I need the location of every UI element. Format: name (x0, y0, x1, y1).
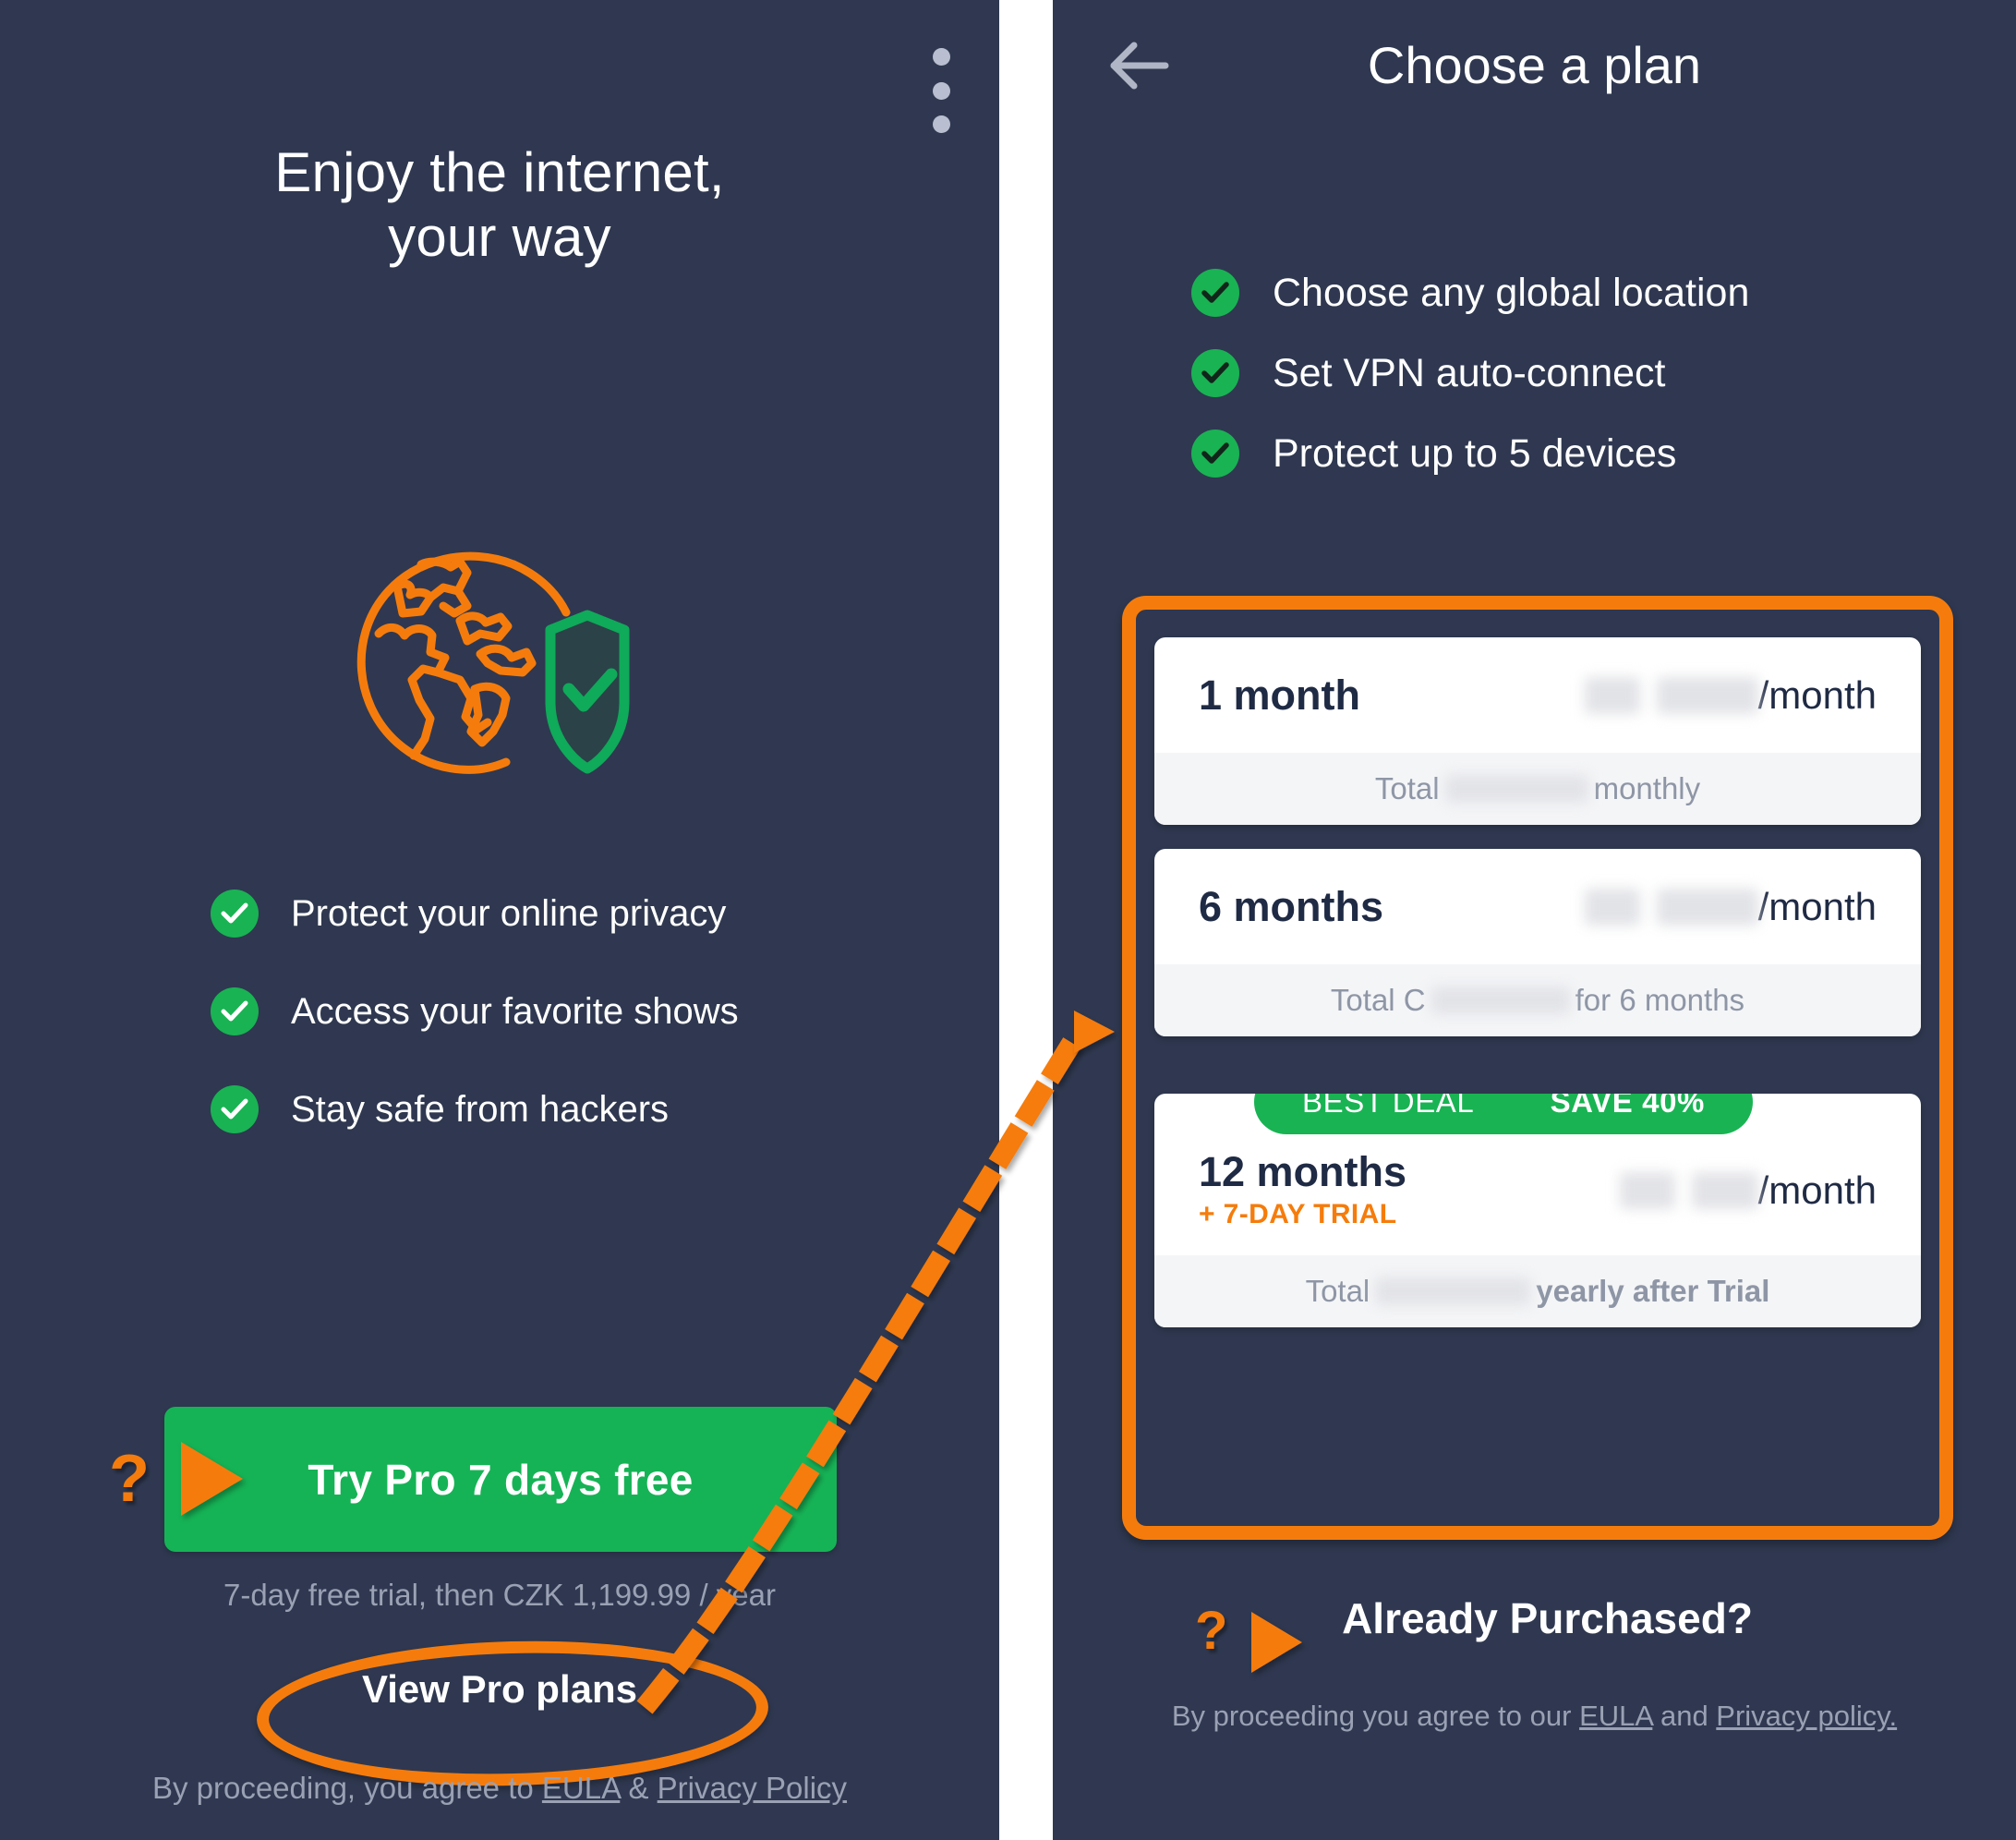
feature-item: Protect up to 5 devices (1191, 429, 1986, 478)
best-deal-label: BEST DEAL (1302, 1094, 1475, 1119)
legal-prefix: By proceeding, you agree to (151, 1771, 542, 1805)
check-circle-icon (1191, 269, 1239, 317)
kebab-dot-2 (932, 81, 950, 100)
privacy-policy-link[interactable]: Privacy Policy (658, 1771, 847, 1805)
feature-label: Protect up to 5 devices (1273, 430, 1677, 476)
help-marker-left: ? (109, 1442, 150, 1516)
feature-item: Set VPN auto-connect (1191, 348, 1986, 398)
right-legal-text: By proceeding you agree to our EULA and … (1053, 1700, 2016, 1733)
page-title: Choose a plan (1367, 36, 1702, 94)
feature-label: Protect your online privacy (291, 892, 727, 934)
trial-price-note: 7-day free trial, then CZK 1,199.99 / ye… (223, 1578, 776, 1612)
left-feature-list: Protect your online privacy Access your … (211, 887, 857, 1180)
save-percent-label: SAVE 40% (1550, 1094, 1705, 1119)
help-marker-right: ? (1195, 1601, 1228, 1661)
feature-item: Protect your online privacy (211, 887, 857, 939)
feature-label: Choose any global location (1273, 270, 1750, 315)
legal-middle: and (1652, 1700, 1717, 1732)
check-circle-icon (1191, 430, 1239, 478)
left-legal-text: By proceeding, you agree to EULA & Priva… (0, 1771, 999, 1806)
play-triangle-icon-left (181, 1442, 243, 1516)
right-feature-list: Choose any global location Set VPN auto-… (1191, 268, 1986, 509)
privacy-policy-link[interactable]: Privacy policy. (1716, 1700, 1897, 1732)
hero-title-line2: your way (388, 206, 611, 269)
kebab-menu-icon[interactable] (927, 48, 955, 133)
feature-item: Choose any global location (1191, 268, 1986, 318)
screenshot-stage: Enjoy the internet, your way Protect you… (0, 0, 2016, 1840)
legal-middle: & (620, 1771, 658, 1805)
kebab-dot-3 (932, 115, 950, 133)
view-plans-highlight-ellipse (255, 1634, 770, 1793)
legal-prefix: By proceeding you agree to our (1171, 1700, 1580, 1732)
feature-item: Access your favorite shows (211, 985, 857, 1037)
best-deal-badge: BEST DEAL SAVE 40% (1254, 1094, 1753, 1134)
check-circle-icon (1191, 349, 1239, 397)
onboarding-screen: Enjoy the internet, your way Protect you… (0, 0, 999, 1840)
feature-item: Stay safe from hackers (211, 1083, 857, 1135)
check-circle-icon (211, 1084, 259, 1133)
plans-highlight-box (1122, 596, 1953, 1540)
play-triangle-icon-right (1251, 1612, 1302, 1673)
globe-shield-icon (342, 534, 646, 811)
check-circle-icon (211, 987, 259, 1035)
feature-label: Set VPN auto-connect (1273, 350, 1666, 395)
hero-title: Enjoy the internet, your way (0, 140, 999, 270)
feature-label: Access your favorite shows (291, 990, 739, 1032)
already-purchased-label: Already Purchased? (1342, 1594, 1753, 1642)
eula-link[interactable]: EULA (1579, 1700, 1652, 1732)
eula-link[interactable]: EULA (542, 1771, 620, 1805)
kebab-dot-1 (932, 48, 950, 66)
feature-label: Stay safe from hackers (291, 1088, 670, 1130)
try-pro-button[interactable]: Try Pro 7 days free (164, 1407, 837, 1552)
check-circle-icon (211, 889, 259, 938)
try-pro-label: Try Pro 7 days free (308, 1455, 694, 1504)
hero-title-line1: Enjoy the internet, (274, 141, 725, 203)
